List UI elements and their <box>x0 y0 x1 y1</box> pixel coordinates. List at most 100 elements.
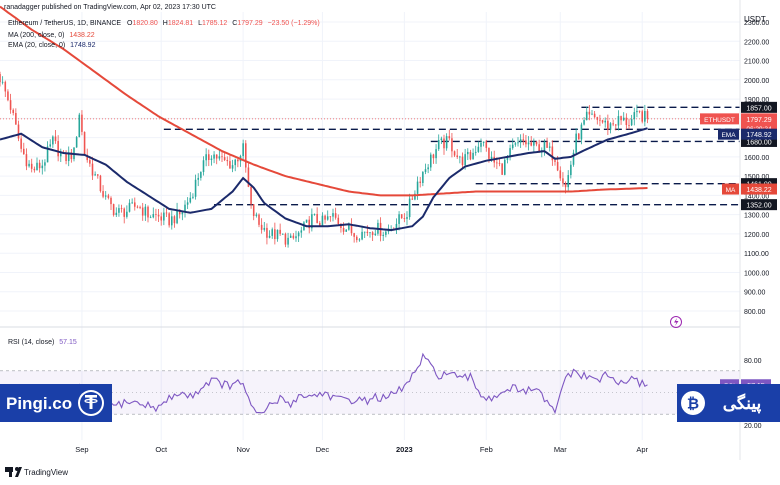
candle-body <box>57 141 59 157</box>
candle-body <box>644 110 646 122</box>
candle-body <box>398 214 400 224</box>
candle-body <box>295 236 297 239</box>
candle-body <box>7 91 9 101</box>
candle-body <box>366 231 369 233</box>
candle-body <box>408 198 411 218</box>
candle-body <box>570 164 572 176</box>
time-tick-label: Feb <box>480 445 493 454</box>
candle-body <box>115 212 118 216</box>
candle-body <box>543 141 546 151</box>
tether-icon <box>78 390 104 416</box>
candle-body <box>593 113 596 118</box>
candle-body <box>128 202 131 212</box>
candle-body <box>144 206 147 216</box>
time-tick-label: Oct <box>155 445 168 454</box>
candle-body <box>609 123 612 130</box>
candle-body <box>406 217 408 219</box>
candle-body <box>435 149 437 159</box>
candle-body <box>274 229 276 240</box>
rsi-tick-label: 20.00 <box>744 423 762 430</box>
candle-body <box>361 231 363 240</box>
candle-body <box>28 163 30 167</box>
candle-body <box>297 232 300 237</box>
candle-body <box>422 172 424 183</box>
c-value: 1797.29 <box>237 20 262 27</box>
candle-body <box>205 154 207 161</box>
bitcoin-icon: ₿ <box>681 391 705 415</box>
candle-body <box>583 120 585 125</box>
candle-body <box>440 138 443 140</box>
candle-body <box>123 208 126 217</box>
price-tick-label: 1000.00 <box>744 270 769 277</box>
rsi-legend-label: RSI (14, close) <box>8 339 54 346</box>
candle-body <box>371 232 374 235</box>
ma-tag-value: 1438.22 <box>746 187 771 194</box>
candle-body <box>210 158 213 160</box>
candle-body <box>41 165 44 169</box>
candle-body <box>353 233 355 237</box>
candle-body <box>231 165 234 169</box>
candle-body <box>78 114 81 138</box>
candle-body <box>636 110 638 113</box>
ma-legend-value: 1438.22 <box>69 32 94 39</box>
candle-body <box>305 219 308 223</box>
candle-body <box>176 209 178 224</box>
candle-body <box>44 162 46 166</box>
axis-tags: 1857.001743.001461.001352.001680.00ETHUS… <box>700 101 777 391</box>
candle-body <box>564 183 567 188</box>
candle-body <box>385 231 387 235</box>
candle-body <box>329 216 332 218</box>
lightning-icon[interactable] <box>670 316 682 328</box>
candle-body <box>601 120 604 123</box>
rsi-tick-label: 80.00 <box>744 358 762 365</box>
candle-body <box>54 136 57 142</box>
time-axis: Sep Oct Nov Dec 2023 Feb Mar Apr <box>75 445 648 454</box>
candle-body <box>511 144 514 149</box>
ema-tag-name: EMA <box>721 132 736 139</box>
candle-body <box>38 162 41 169</box>
level-tag-label: 1680.00 <box>746 139 771 146</box>
candle-body <box>173 216 176 224</box>
candle-body <box>110 197 112 205</box>
candle-body <box>0 74 1 83</box>
candle-body <box>81 114 83 132</box>
candle-body <box>12 109 15 114</box>
candle-body <box>577 133 580 140</box>
candle-body <box>107 195 110 198</box>
candle-body <box>22 148 25 155</box>
candle-body <box>466 151 469 155</box>
candle-body <box>646 110 649 119</box>
h-value: 1824.81 <box>168 20 193 27</box>
ema-tag-value: 1748.92 <box>746 132 771 139</box>
candle-body <box>221 156 223 158</box>
candle-body <box>472 152 474 160</box>
pingi-left-logo: Pingi.co <box>0 384 112 422</box>
candle-body <box>194 179 197 197</box>
candle-body <box>617 116 620 126</box>
pingi-right-text: پینگی <box>723 393 762 414</box>
level-tag-label: 1352.00 <box>746 203 771 210</box>
candle-body <box>9 100 12 110</box>
candle-body <box>83 131 86 155</box>
candle-body <box>215 154 218 159</box>
candle-body <box>625 117 628 126</box>
candle-body <box>316 214 318 223</box>
candle-body <box>575 133 577 153</box>
price-tick-label: 2100.00 <box>744 59 769 66</box>
candle-body <box>244 143 247 168</box>
candle-body <box>503 159 506 175</box>
candle-body <box>200 171 202 178</box>
candle-body <box>535 141 538 145</box>
candle-body <box>607 120 609 130</box>
candle-body <box>268 235 271 238</box>
candle-body <box>464 154 466 166</box>
candle-body <box>20 138 22 149</box>
candle-body <box>155 214 157 215</box>
pingi-right-logo: ₿ پینگی <box>677 384 780 422</box>
candle-body <box>131 202 133 204</box>
candle-body <box>255 214 258 216</box>
candle-body <box>525 140 527 145</box>
candle-body <box>160 216 163 221</box>
candle-body <box>260 224 263 230</box>
candle-body <box>559 170 562 179</box>
